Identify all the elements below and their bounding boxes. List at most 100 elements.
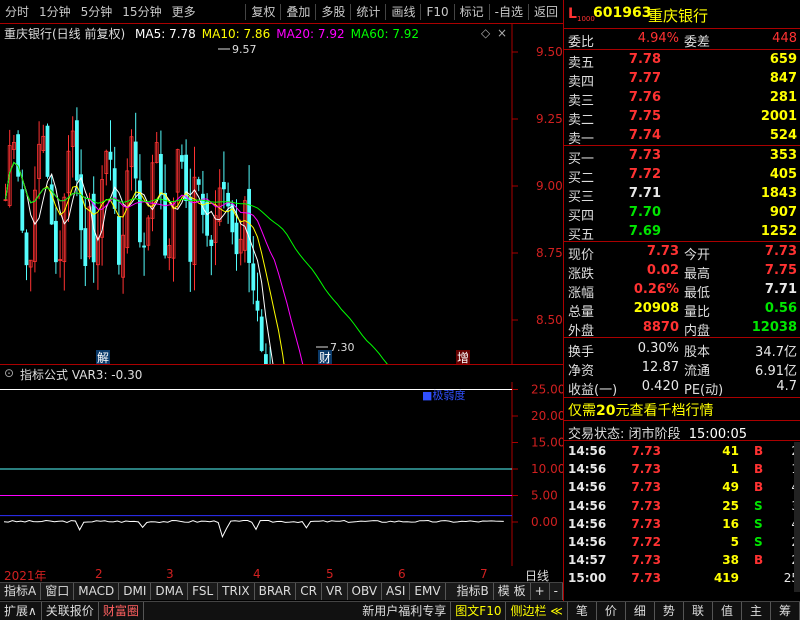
chart-legend: 重庆银行(日线 前复权) MA5: 7.78 MA10: 7.86 MA20: 7.… [4,25,425,42]
toolbar-right-5[interactable]: F10 [421,0,453,24]
bottom-right-tab-0[interactable]: 笔 [568,602,597,620]
fund-value: 12.87 [641,360,679,375]
chart-settings-icon[interactable]: ◇ [481,26,490,40]
toolbar-right-7[interactable]: -自选 [490,0,528,24]
toolbar-right-8[interactable]: 返回 [529,0,563,24]
bids-row[interactable]: 买二 7.72 405 [564,166,800,186]
trade-price: 7.73 [631,571,661,586]
indicator-tab-0[interactable]: 指标A [0,583,42,600]
trade-volume: 41 [722,444,739,458]
toolbar-left-1[interactable]: 1分钟 [34,0,76,24]
bids-volume: 907 [769,205,797,220]
indicator-tab-8[interactable]: CR [296,583,322,600]
candle-body [45,125,50,177]
bottom-mid-0[interactable]: 新用户福利专享 [358,602,452,620]
quote-row: 外盘 8870 内盘 12038 [564,319,800,339]
trade-price: 7.73 [631,516,661,531]
trade-row: 14:567.7341B2 [564,442,800,460]
quote-label-2: 量比 [684,305,711,320]
asks-volume: 847 [769,71,797,86]
asks-row[interactable]: 卖二 7.75 2001 [564,108,800,128]
bids-volume: 1843 [760,186,797,201]
toolbar-right-4[interactable]: 画线 [386,0,420,24]
toolbar-right-2[interactable]: 多股 [316,0,350,24]
toolbar-left-4[interactable]: 更多 [167,0,201,24]
panel-scrollbar[interactable] [794,442,800,592]
chart-close-icon[interactable]: × [497,26,507,40]
asks-row[interactable]: 卖三 7.76 281 [564,89,800,109]
bids-row[interactable]: 买四 7.70 907 [564,204,800,224]
indicator-tab-5[interactable]: FSL [188,583,219,600]
bottom-right-tab-2[interactable]: 细 [626,602,655,620]
bottom-mid-1[interactable]: 图文F10 [451,602,507,620]
asks-row[interactable]: 卖四 7.77 847 [564,70,800,90]
trade-price: 7.73 [631,498,661,513]
trade-time: 14:56 [568,535,607,549]
quote-value-2: 7.75 [764,263,797,278]
indicator-tab-1[interactable]: 窗口 [41,583,75,600]
toolbar-right-6[interactable]: 标记 [455,0,489,24]
indicator-chart[interactable]: 25.00 20.00 15.00 10.00 5.00 0.00 ■极弱度 [0,382,563,566]
indicator-tab-12[interactable]: EMV [410,583,446,600]
candle-body [24,232,29,266]
indicator-tab-7[interactable]: BRAR [255,583,297,600]
candlestick-chart[interactable]: 9.509.259.008.758.508.258.007.757.509.57… [0,24,563,364]
indicator-tab-10[interactable]: OBV [348,583,383,600]
bottom-right-tab-3[interactable]: 势 [655,602,684,620]
indicator-toggle-icon[interactable]: ⊙ [4,366,14,380]
level2-promo[interactable]: 仅需20元查看千档行情 [568,400,713,420]
bottom-right-tab-6[interactable]: 主 [742,602,771,620]
bottom-left-0[interactable]: 扩展∧ [0,602,42,620]
toolbar-right-1[interactable]: 叠加 [281,0,315,24]
indicator-tab-3[interactable]: DMI [119,583,152,600]
bottom-right-tab-5[interactable]: 值 [713,602,742,620]
fund-value-2: 6.91亿 [755,364,797,379]
asks-label: 卖五 [568,56,595,71]
asks-label: 卖四 [568,75,595,90]
bids-row[interactable]: 买三 7.71 1843 [564,185,800,205]
indicator-tick-label: 25.00 [531,383,563,397]
indicator-tab-2[interactable]: MACD [74,583,120,600]
market-tag: L [568,6,577,22]
quote-value-2: 12038 [751,320,797,335]
ma-legend-3: MA60: 7.92 [350,27,420,41]
asks-row[interactable]: 卖一 7.74 524 [564,127,800,147]
indicator-tab-6[interactable]: TRIX [218,583,255,600]
bids-row[interactable]: 买一 7.73 353 [564,147,800,167]
bids-row[interactable]: 买五 7.69 1252 [564,223,800,243]
toolbar-left-2[interactable]: 5分钟 [76,0,118,24]
var3-line [3,519,504,539]
indicator-tick-label: 15.00 [531,436,563,450]
price-tick-label: 8.50 [536,313,563,327]
price-tick-label: 9.25 [536,112,563,126]
bottom-left-1[interactable]: 关联报价 [42,602,99,620]
toolbar-left-3[interactable]: 15分钟 [117,0,166,24]
trade-row: 14:577.7338B2 [564,551,800,569]
date-axis: 2021年 2 3 4 5 6 7 日线 [0,566,563,583]
indicator-tab-11[interactable]: ASI [382,583,411,600]
asks-row[interactable]: 卖五 7.78 659 [564,51,800,71]
event-marker-label: 增 [457,351,469,364]
bottom-right-tab-4[interactable]: 联 [684,602,713,620]
toolbar-right-0[interactable]: 复权 [246,0,280,24]
indicator-tab-9[interactable]: VR [322,583,348,600]
bottom-mid-2[interactable]: 侧边栏 ≪ [506,602,568,620]
indicator-tab-13[interactable]: 指标B [453,583,494,600]
bottom-right-tab-7[interactable]: 筹 [771,602,800,620]
candle-body [158,153,163,196]
asks-price: 7.75 [628,109,661,124]
bids-volume: 1252 [760,224,797,239]
ma-legend-1: MA10: 7.86 [201,27,271,41]
toolbar-right-3[interactable]: 统计 [351,0,385,24]
indicator-header: ⊙ 指标公式 VAR3: -0.30 [0,364,563,382]
candle-body [205,201,210,236]
indicator-tab-4[interactable]: DMA [151,583,189,600]
toolbar-left-0[interactable]: 分时 [0,0,34,24]
indicator-tab-14[interactable]: 模 板 [494,583,531,600]
trade-volume: 5 [730,535,739,549]
indicator-formula[interactable]: 指标公式 VAR3: -0.30 [20,366,142,383]
indicator-tab-15[interactable]: + [531,583,550,600]
bottom-right-tab-1[interactable]: 价 [597,602,626,620]
bottom-left-2[interactable]: 财富圈 [99,602,144,620]
indicator-tab-16[interactable]: - [550,583,563,600]
